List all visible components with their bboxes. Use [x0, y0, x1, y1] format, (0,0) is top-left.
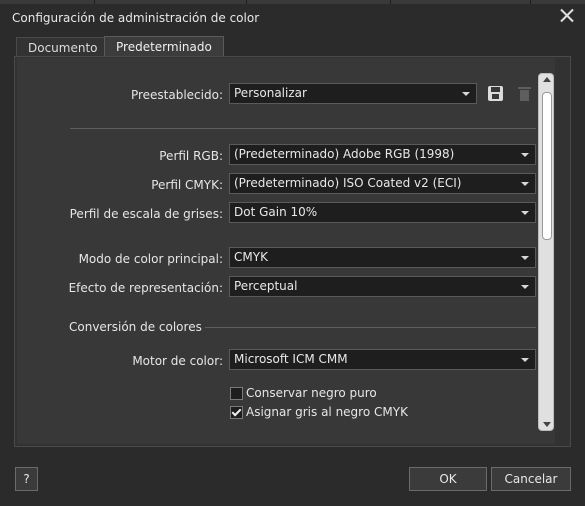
preserve-black-label[interactable]: Conservar negro puro	[246, 386, 377, 400]
color-engine-value: Microsoft ICM CMM	[234, 352, 348, 366]
rendering-intent-label: Efecto de representación:	[68, 281, 223, 295]
scrollbar-thumb[interactable]	[542, 92, 552, 240]
primary-mode-label: Modo de color principal:	[78, 252, 223, 266]
tab-predeterminado[interactable]: Predeterminado	[104, 36, 224, 57]
preset-dropdown[interactable]: Personalizar	[229, 83, 477, 104]
help-button[interactable]: ?	[15, 467, 38, 491]
map-gray-checkbox[interactable]	[230, 406, 243, 419]
preset-label: Preestablecido:	[130, 88, 223, 102]
color-engine-dropdown[interactable]: Microsoft ICM CMM	[229, 349, 536, 370]
divider	[70, 128, 536, 129]
scroll-down-icon[interactable]	[543, 422, 551, 427]
rgb-profile-label: Perfil RGB:	[159, 149, 223, 163]
rendering-intent-value: Perceptual	[234, 279, 298, 293]
rendering-intent-dropdown[interactable]: Perceptual	[229, 276, 536, 297]
section-title-conversion: Conversión de colores	[69, 320, 202, 334]
vertical-scrollbar[interactable]	[538, 73, 554, 431]
save-icon[interactable]	[488, 86, 503, 101]
chevron-down-icon	[521, 256, 529, 260]
preset-value: Personalizar	[234, 86, 307, 100]
cmyk-profile-label: Perfil CMYK:	[151, 178, 223, 192]
chevron-down-icon	[521, 358, 529, 362]
tab-documento[interactable]: Documento	[16, 37, 110, 57]
dialog-title: Configuración de administración de color	[12, 11, 260, 25]
rgb-profile-value: (Predeterminado) Adobe RGB (1998)	[234, 147, 455, 161]
chevron-down-icon	[521, 285, 529, 289]
chevron-down-icon	[521, 211, 529, 215]
ok-button[interactable]: OK	[409, 467, 487, 491]
map-gray-label[interactable]: Asignar gris al negro CMYK	[246, 405, 408, 419]
cmyk-profile-value: (Predeterminado) ISO Coated v2 (ECI)	[234, 176, 462, 190]
chevron-down-icon	[521, 182, 529, 186]
gray-profile-value: Dot Gain 10%	[234, 205, 318, 219]
gray-profile-dropdown[interactable]: Dot Gain 10%	[229, 202, 536, 223]
primary-mode-dropdown[interactable]: CMYK	[229, 247, 536, 268]
trash-icon	[518, 87, 531, 102]
scroll-up-icon[interactable]	[543, 77, 551, 82]
cmyk-profile-dropdown[interactable]: (Predeterminado) ISO Coated v2 (ECI)	[229, 173, 536, 194]
close-icon[interactable]	[558, 7, 576, 25]
chevron-down-icon	[521, 153, 529, 157]
section-divider	[205, 327, 536, 328]
rgb-profile-dropdown[interactable]: (Predeterminado) Adobe RGB (1998)	[229, 144, 536, 165]
preserve-black-checkbox[interactable]	[230, 387, 243, 400]
gray-profile-label: Perfil de escala de grises:	[69, 207, 223, 221]
cancel-button[interactable]: Cancelar	[491, 467, 571, 491]
title-bar: Configuración de administración de color	[0, 4, 585, 30]
chevron-down-icon	[462, 92, 470, 96]
color-engine-label: Motor de color:	[132, 354, 223, 368]
primary-mode-value: CMYK	[234, 250, 268, 264]
